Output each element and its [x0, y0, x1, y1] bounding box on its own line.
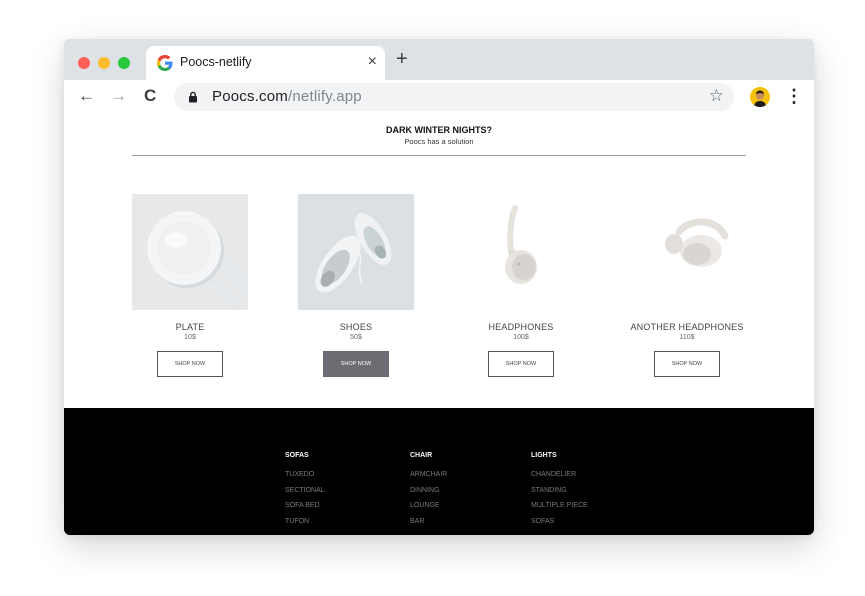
footer-link[interactable]: BAR: [410, 518, 447, 534]
url-host: Poocs.com: [212, 88, 288, 105]
lock-icon: [189, 91, 197, 103]
more-menu-icon[interactable]: ⋮: [785, 86, 803, 106]
footer-heading: CHAIR: [410, 452, 433, 459]
browser-tab[interactable]: Poocs-netlify ×: [146, 46, 385, 80]
shop-now-button[interactable]: SHOP NOW: [323, 351, 389, 377]
product-price: 10$: [184, 334, 196, 341]
browser-window: Poocs-netlify × + ← → C Poocs.com/netlif…: [64, 39, 814, 535]
profile-avatar[interactable]: [750, 87, 770, 107]
footer: SOFAS TUXEDO SECTIONAL SOFA BED TUFON CH…: [64, 408, 814, 535]
google-icon: [157, 55, 173, 71]
hero-title: DARK WINTER NIGHTS?: [386, 125, 492, 135]
footer-link[interactable]: ARMCHAIR: [410, 471, 447, 487]
tab-bar: Poocs-netlify × +: [64, 39, 814, 80]
new-tab-button[interactable]: +: [396, 49, 408, 69]
avatar-person-icon: [750, 87, 770, 107]
page-content: DARK WINTER NIGHTS? Poocs has a solution…: [64, 116, 814, 535]
tab-title: Poocs-netlify: [180, 55, 252, 69]
headphones-image[interactable]: [463, 194, 579, 310]
url-path: /netlify.app: [288, 88, 362, 105]
back-arrow-icon[interactable]: ←: [78, 86, 95, 106]
footer-link[interactable]: SECTIONAL: [285, 487, 325, 503]
footer-column-lights: LIGHTS CHANDELIER STANDING MULTIPLE PIEC…: [531, 452, 588, 533]
minimize-window-button[interactable]: [98, 57, 110, 69]
browser-toolbar: ← → C Poocs.com/netlify.app ☆ ⋮: [64, 80, 814, 116]
footer-link[interactable]: DINNING: [410, 487, 447, 503]
footer-link[interactable]: TUXEDO: [285, 471, 325, 487]
footer-link[interactable]: STANDING: [531, 487, 588, 503]
headphones-2-image[interactable]: [629, 194, 745, 310]
footer-column-chair: CHAIR ARMCHAIR DINNING LOUNGE BAR: [410, 452, 447, 533]
shoes-image[interactable]: [298, 194, 414, 310]
product-name: ANOTHER HEADPHONES: [630, 322, 744, 332]
forward-arrow-icon[interactable]: →: [110, 86, 127, 106]
shop-now-button[interactable]: SHOP NOW: [488, 351, 554, 377]
footer-link[interactable]: LOUNGE: [410, 502, 447, 518]
shop-now-button[interactable]: SHOP NOW: [157, 351, 223, 377]
reload-icon[interactable]: C: [144, 86, 156, 106]
url-text[interactable]: Poocs.com/netlify.app: [212, 88, 362, 105]
divider: [132, 155, 746, 156]
footer-link[interactable]: TUFON: [285, 518, 325, 534]
product-price: 50$: [350, 334, 362, 341]
product-name: HEADPHONES: [488, 322, 554, 332]
address-bar[interactable]: Poocs.com/netlify.app ☆: [174, 83, 734, 111]
footer-link[interactable]: MULTIPLE PIECE: [531, 502, 588, 518]
footer-link[interactable]: CHANDELIER: [531, 471, 588, 487]
product-price: 100$: [513, 334, 529, 341]
close-tab-icon[interactable]: ×: [368, 52, 377, 72]
product-name: PLATE: [175, 322, 205, 332]
bookmark-star-icon[interactable]: ☆: [709, 86, 724, 106]
footer-link[interactable]: SOFA BED: [285, 502, 325, 518]
shop-now-button[interactable]: SHOP NOW: [654, 351, 720, 377]
footer-link[interactable]: SOFAS: [531, 518, 588, 534]
footer-column-sofas: SOFAS TUXEDO SECTIONAL SOFA BED TUFON: [285, 452, 325, 533]
hero-subtitle: Poocs has a solution: [404, 137, 474, 146]
product-name: SHOES: [339, 322, 373, 332]
product-price: 110$: [679, 334, 695, 341]
footer-heading: LIGHTS: [531, 452, 557, 459]
plate-image[interactable]: [132, 194, 248, 310]
footer-heading: SOFAS: [285, 452, 309, 459]
close-window-button[interactable]: [78, 57, 90, 69]
maximize-window-button[interactable]: [118, 57, 130, 69]
